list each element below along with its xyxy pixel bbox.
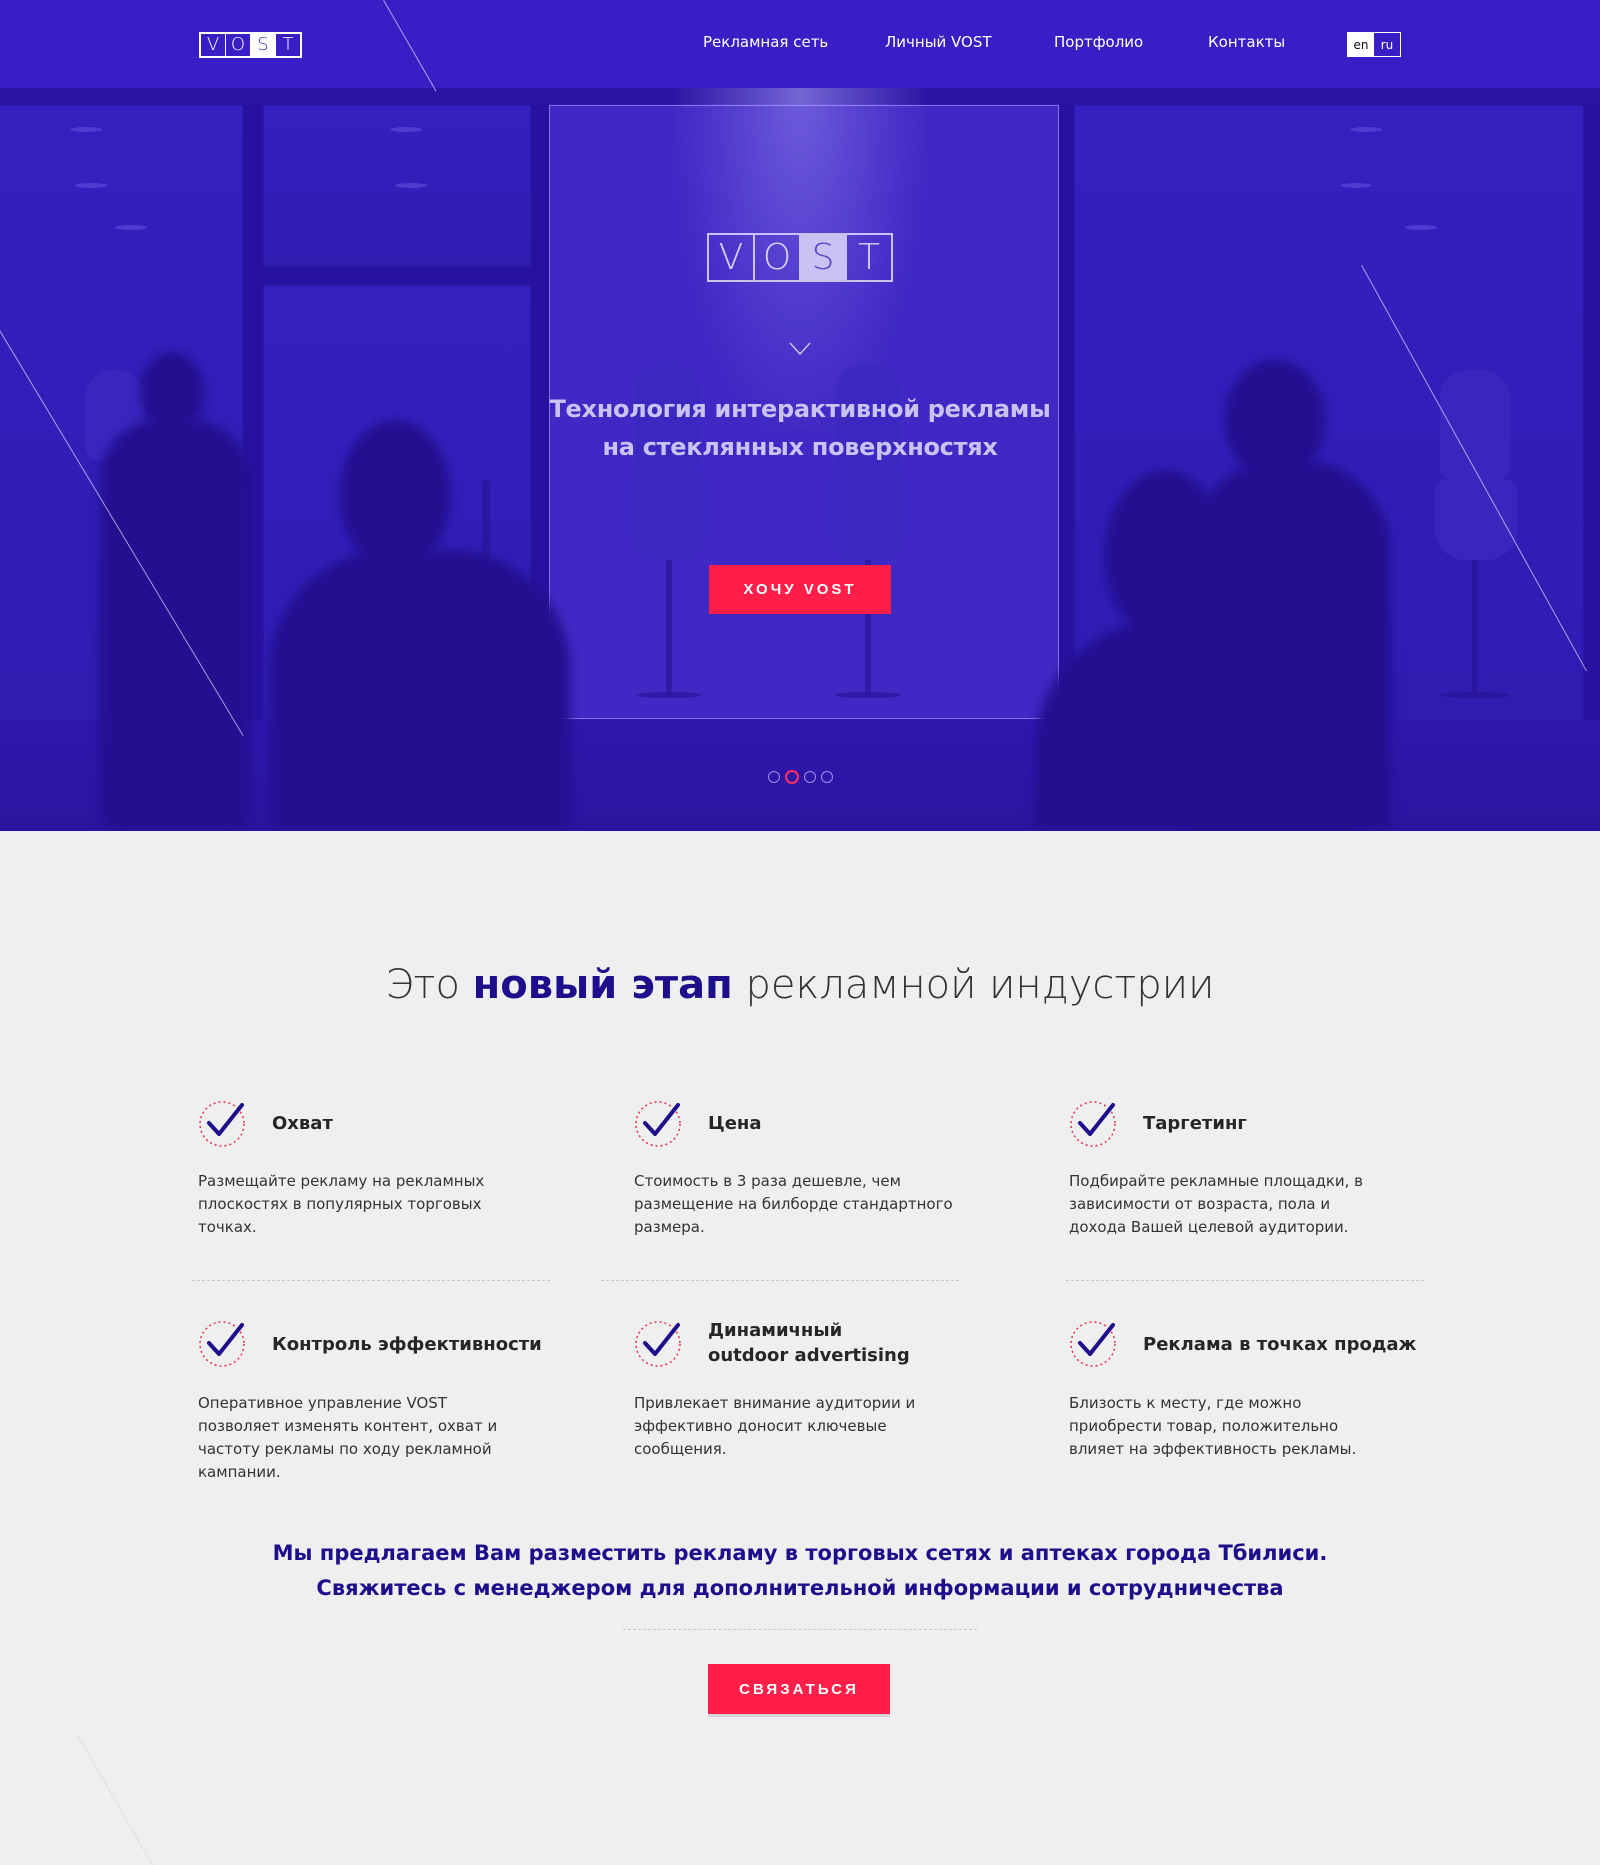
lang-en[interactable]: en bbox=[1348, 33, 1374, 56]
nav-personal-vost[interactable]: Личный VOST bbox=[885, 33, 992, 51]
mannequin-stand bbox=[666, 560, 672, 695]
mannequin-stand bbox=[1472, 560, 1478, 695]
logo-letter: O bbox=[226, 34, 251, 56]
feature-title: Цена bbox=[708, 1113, 762, 1134]
ceiling-light bbox=[75, 183, 107, 188]
check-circle-icon bbox=[635, 1321, 681, 1367]
check-circle-icon bbox=[199, 1321, 245, 1367]
divider bbox=[601, 1280, 959, 1281]
hero-title-line: на стеклянных поверхностях bbox=[602, 433, 998, 461]
divider bbox=[192, 1280, 550, 1281]
window-mullion bbox=[1585, 104, 1600, 724]
mannequin-base bbox=[1440, 692, 1510, 698]
ceiling-light bbox=[1350, 127, 1382, 132]
logo-letter: S bbox=[801, 235, 847, 280]
mannequin bbox=[1435, 480, 1517, 560]
person-silhouette bbox=[270, 550, 570, 831]
feature-title: Таргетинг bbox=[1143, 1113, 1247, 1134]
nav-portfolio[interactable]: Портфолио bbox=[1054, 33, 1143, 51]
check-circle-icon bbox=[1070, 1321, 1116, 1367]
logo[interactable]: V O S T bbox=[199, 32, 302, 58]
ceiling-light bbox=[115, 225, 147, 230]
logo-letter: T bbox=[282, 34, 294, 55]
door-handle bbox=[482, 480, 490, 560]
feature-text: Близость к месту, где можно приобрести т… bbox=[1069, 1394, 1357, 1458]
check-circle-icon bbox=[635, 1101, 681, 1147]
title-pre: Это bbox=[385, 962, 460, 1008]
hero-title-line: Технология интерактивной рекламы bbox=[549, 395, 1051, 423]
feature-text: Привлекает внимание аудитории и эффектив… bbox=[634, 1394, 916, 1458]
ceiling-light bbox=[1340, 183, 1372, 188]
ceiling-light bbox=[390, 127, 422, 132]
contact-button[interactable]: СВЯЗАТЬСЯ bbox=[708, 1664, 890, 1714]
feature-title: Динамичный outdoor advertising bbox=[708, 1318, 988, 1368]
feature-text: Размещайте рекламу на рекламных плоскост… bbox=[198, 1172, 485, 1236]
chevron-down-icon[interactable] bbox=[789, 342, 811, 356]
slider-dots bbox=[768, 770, 833, 784]
person-silhouette bbox=[1190, 460, 1390, 831]
person-silhouette bbox=[340, 420, 450, 570]
language-switcher: en ru bbox=[1347, 32, 1401, 57]
decor-line bbox=[76, 1733, 153, 1865]
divider bbox=[623, 1629, 977, 1630]
divider bbox=[1066, 1280, 1424, 1281]
feature-title-line: Динамичный bbox=[708, 1320, 843, 1341]
mannequin bbox=[630, 470, 706, 560]
mannequin bbox=[830, 470, 906, 560]
logo-letter: V bbox=[709, 235, 755, 280]
offer-text: Мы предлагаем Вам разместить рекламу в т… bbox=[272, 1541, 1328, 1600]
hero-title: Технология интерактивной рекламы на стек… bbox=[520, 390, 1080, 466]
section-title: Это новый этап рекламной индустрии bbox=[0, 962, 1600, 1008]
window-mullion bbox=[262, 268, 532, 284]
title-bold: новый этап bbox=[472, 962, 733, 1008]
logo-letter: V bbox=[201, 34, 226, 56]
ceiling-light bbox=[70, 127, 102, 132]
feature-text: Стоимость в 3 раза дешевле, чем размещен… bbox=[634, 1172, 953, 1236]
mannequin-base bbox=[835, 692, 901, 698]
logo-letter: S bbox=[251, 34, 276, 56]
slider-dot-active[interactable] bbox=[785, 770, 799, 784]
want-vost-button[interactable]: ХОЧУ VOST bbox=[709, 565, 891, 614]
slider-dot[interactable] bbox=[804, 771, 816, 783]
lang-ru[interactable]: ru bbox=[1374, 33, 1400, 56]
mannequin-base bbox=[636, 692, 702, 698]
feature-title-line: outdoor advertising bbox=[708, 1345, 910, 1366]
hero: V O S T Рекламная сеть Личный VOST Портф… bbox=[0, 0, 1600, 831]
nav-ad-network[interactable]: Рекламная сеть bbox=[703, 33, 828, 51]
logo-letter: O bbox=[755, 235, 801, 280]
feature-title: Охват bbox=[272, 1113, 333, 1134]
title-post: рекламной индустрии bbox=[745, 962, 1215, 1008]
feature-title: Реклама в точках продаж bbox=[1143, 1334, 1417, 1355]
logo-letter: T bbox=[858, 236, 880, 278]
slider-dot[interactable] bbox=[821, 771, 833, 783]
ceiling-light bbox=[395, 183, 427, 188]
nav-contacts[interactable]: Контакты bbox=[1208, 33, 1285, 51]
feature-text: Подбирайте рекламные площадки, в зависим… bbox=[1069, 1172, 1364, 1236]
person-silhouette bbox=[100, 420, 250, 831]
hero-logo: V O S T bbox=[707, 233, 893, 282]
check-circle-icon bbox=[1070, 1101, 1116, 1147]
feature-text: Оперативное управление VOST позволяет из… bbox=[198, 1394, 498, 1481]
check-circle-icon bbox=[199, 1101, 245, 1147]
feature-title: Контроль эффективности bbox=[272, 1334, 542, 1355]
slider-dot[interactable] bbox=[768, 771, 780, 783]
ceiling-light bbox=[1405, 225, 1437, 230]
